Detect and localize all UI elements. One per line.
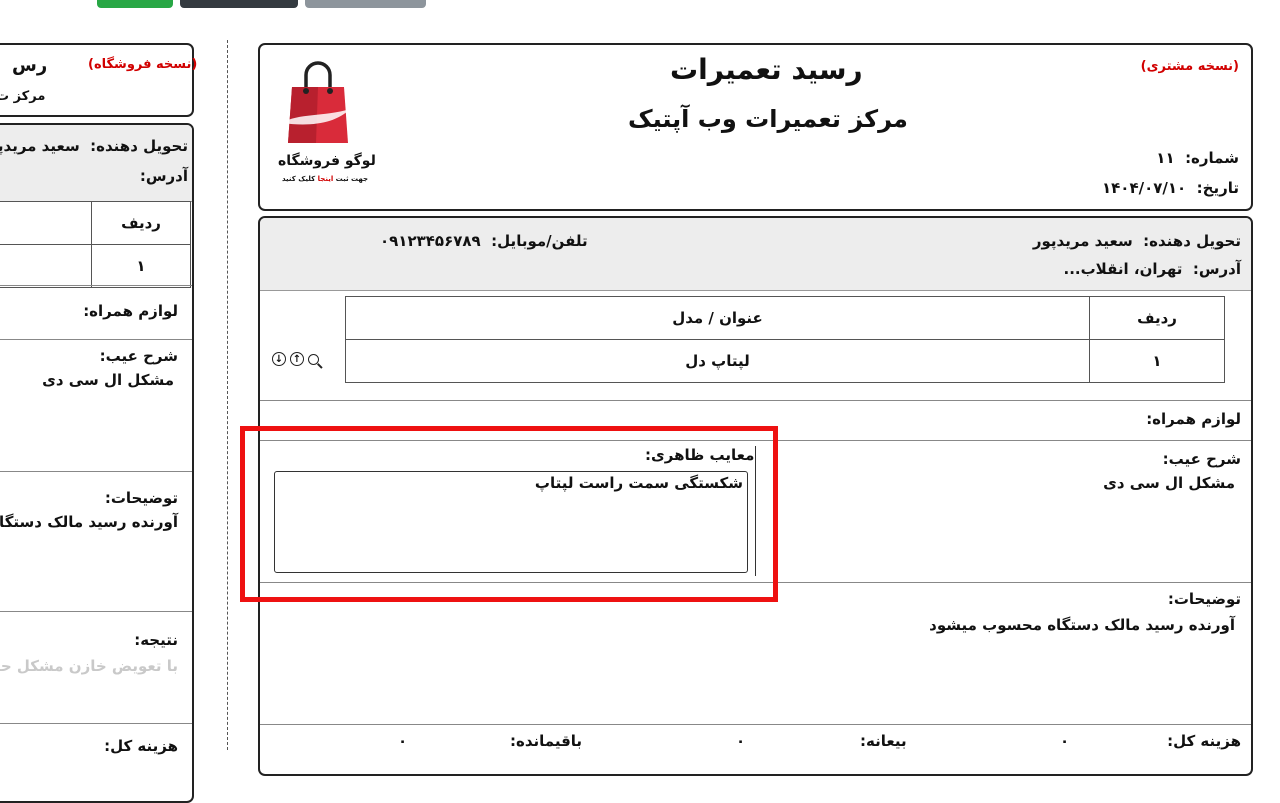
receipt-number: شماره: ۱۱ xyxy=(1156,149,1239,167)
number-value: ۱۱ xyxy=(1156,149,1175,167)
col-header-title-model: عنوان / مدل xyxy=(345,296,1090,340)
store-copy-label: (نسخه فروشگاه) xyxy=(88,57,198,72)
store-result-value: با تعویض خازن مشکل حل xyxy=(0,657,178,675)
store-items-table: ردیف ۱ xyxy=(0,201,191,288)
toolbar-dark-button[interactable] xyxy=(180,0,298,8)
store-fault-value: مشکل ال سی دی xyxy=(42,371,174,389)
highlight-box xyxy=(240,426,778,602)
store-accessories-label: لوازم همراه: xyxy=(83,302,178,320)
table-header-row: ردیف عنوان / مدل xyxy=(345,296,1225,340)
phone-line: تلفن/موبایل: ۰۹۱۲۳۴۵۶۷۸۹ xyxy=(380,232,588,250)
fault-label: شرح عیب: xyxy=(1162,450,1241,468)
store-notes-label: توضیحات: xyxy=(104,489,178,507)
deposit-label: بیعانه: xyxy=(860,732,907,750)
notes-label: توضیحات: xyxy=(1167,590,1241,608)
copy-label: (نسخه مشتری) xyxy=(1140,59,1239,74)
row-actions: ↓ ↑ xyxy=(272,352,319,366)
store-row-value: ۱ xyxy=(91,244,191,288)
table-row: ۱ لپتاپ دل xyxy=(345,339,1225,383)
store-row-header: ردیف xyxy=(91,201,191,245)
store-copy: (نسخه فروشگاه) رس مرکز ت تحویل دهنده: سع… xyxy=(0,43,198,803)
notes-value: آورنده رسید مالک دستگاه محسوب میشود xyxy=(929,616,1235,634)
accessories-label: لوازم همراه: xyxy=(1146,410,1241,428)
toolbar-gray-button[interactable] xyxy=(305,0,426,8)
items-table: ردیف عنوان / مدل ۱ لپتاپ دل xyxy=(345,296,1225,383)
cell-row-number: ۱ xyxy=(1089,339,1225,383)
phone-value: ۰۹۱۲۳۴۵۶۷۸۹ xyxy=(380,232,481,250)
logo-title: لوگو فروشگاه xyxy=(278,153,376,169)
address-value: تهران، انقلاب... xyxy=(1063,260,1183,278)
receipt-date: تاریخ: ۱۴۰۴/۰۷/۱۰ xyxy=(1102,179,1239,197)
receipt-header: (نسخه مشتری) رسید تعمیرات مرکز تعمیرات و… xyxy=(258,43,1253,211)
logo-subtitle: جهت ثبت اینجا کلیک کنید xyxy=(282,175,369,183)
divider xyxy=(260,400,1251,401)
fault-value: مشکل ال سی دی xyxy=(1103,474,1235,492)
store-title: رس xyxy=(12,55,48,76)
store-fault-label: شرح عیب: xyxy=(99,347,178,365)
center-name: مرکز تعمیرات وب آپتیک xyxy=(628,105,908,133)
store-address-label: آدرس: xyxy=(139,167,188,185)
remaining-value: ۰ xyxy=(398,732,408,750)
total-label: هزینه کل: xyxy=(1167,732,1241,750)
total-value: ۰ xyxy=(1060,732,1070,750)
date-value: ۱۴۰۴/۰۷/۱۰ xyxy=(1102,179,1187,197)
download-icon[interactable]: ↓ xyxy=(272,352,286,366)
phone-label: تلفن/موبایل: xyxy=(491,232,588,250)
search-icon[interactable] xyxy=(308,353,319,365)
store-logo[interactable]: لوگو فروشگاه جهت ثبت اینجا کلیک کنید xyxy=(276,57,376,197)
toolbar-green-button[interactable] xyxy=(97,0,173,8)
remaining-label: باقیمانده: xyxy=(510,732,583,750)
customer-receipt: (نسخه مشتری) رسید تعمیرات مرکز تعمیرات و… xyxy=(258,43,1253,776)
receipt-title: رسید تعمیرات xyxy=(670,53,863,86)
number-label: شماره: xyxy=(1185,149,1239,167)
date-label: تاریخ: xyxy=(1196,179,1239,197)
store-notes-value: آورنده رسید مالک دستگاه xyxy=(0,513,178,531)
store-body-box: تحویل دهنده: سعید مریدپور آدرس: ردیف ۱ ل… xyxy=(0,123,194,803)
customer-info-row xyxy=(260,218,1251,291)
customer-line: تحویل دهنده: سعید مریدپور xyxy=(1033,232,1241,250)
store-total-label: هزینه کل: xyxy=(104,737,178,755)
address-label: آدرس: xyxy=(1192,260,1241,278)
shopping-bag-icon xyxy=(282,61,350,143)
upload-icon[interactable]: ↑ xyxy=(290,352,304,366)
store-result-label: نتیجه: xyxy=(134,631,178,649)
address-line: آدرس: تهران، انقلاب... xyxy=(1064,260,1241,278)
customer-value: سعید مریدپور xyxy=(1032,232,1133,250)
col-header-row-number: ردیف xyxy=(1089,296,1225,340)
deposit-value: ۰ xyxy=(736,732,746,750)
customer-label: تحویل دهنده: xyxy=(1143,232,1241,250)
divider xyxy=(260,724,1251,725)
cell-title-model: لپتاپ دل xyxy=(345,339,1090,383)
store-customer-label: تحویل دهنده: سعید مریدپور xyxy=(0,137,188,155)
store-center-name: مرکز ت xyxy=(0,89,46,104)
cut-line xyxy=(227,40,228,750)
